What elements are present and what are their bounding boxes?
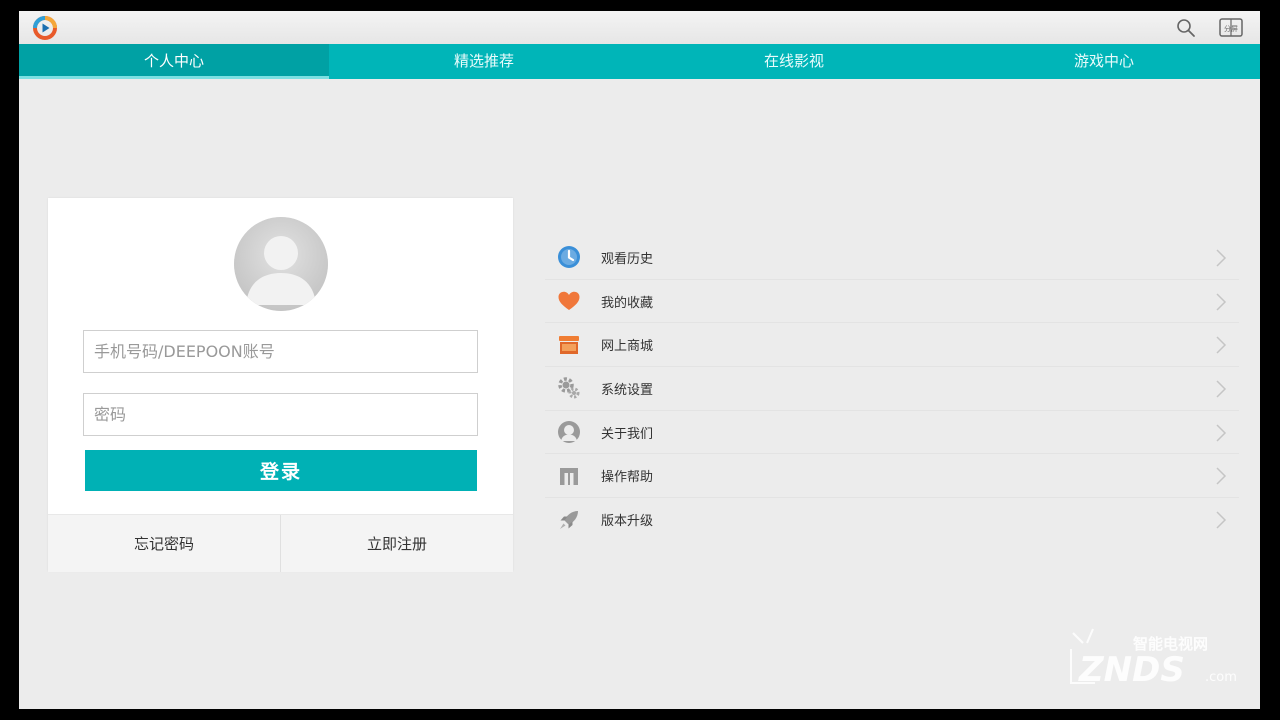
menu-label-about-us: 关于我们: [601, 426, 654, 442]
tab-online-video[interactable]: 在线影视: [639, 44, 949, 79]
login-button[interactable]: 登录: [85, 450, 477, 491]
rocket-icon: [560, 510, 578, 529]
menu-item-help[interactable]: 操作帮助: [545, 454, 1239, 499]
multi-screen-label: 分屏: [1224, 24, 1238, 33]
register-button[interactable]: 立即注册: [281, 515, 513, 572]
menu-item-online-shop[interactable]: 网上商城: [545, 323, 1239, 368]
menu-item-about-us[interactable]: 关于我们: [545, 411, 1239, 455]
menu-label-watch-history: 观看历史: [601, 251, 654, 267]
forgot-password-button[interactable]: 忘记密码: [48, 515, 281, 572]
tab-featured[interactable]: 精选推荐: [329, 44, 639, 79]
multi-screen-icon[interactable]: 分屏: [1219, 17, 1243, 39]
password-input[interactable]: [83, 393, 478, 436]
menu-label-version-upgrade: 版本升级: [601, 514, 654, 530]
menu-item-watch-history[interactable]: 观看历史: [545, 236, 1239, 280]
heart-icon: [558, 291, 580, 311]
help-icon: [560, 467, 578, 485]
chevron-right-icon: [1216, 249, 1227, 267]
chevron-right-icon: [1216, 293, 1227, 311]
watermark-brand: ZNDS: [1078, 650, 1185, 690]
search-icon[interactable]: [1175, 17, 1197, 39]
chevron-right-icon: [1216, 511, 1227, 529]
tab-personal-center[interactable]: 个人中心: [19, 44, 329, 79]
user-icon: [558, 421, 580, 444]
chevron-right-icon: [1216, 467, 1227, 485]
menu-item-system-settings[interactable]: 系统设置: [545, 367, 1239, 411]
app-logo-icon: [33, 16, 57, 40]
top-bar: 分屏: [19, 11, 1260, 44]
chevron-right-icon: [1216, 336, 1227, 354]
clock-icon: [558, 246, 580, 269]
main-tabs: 个人中心 精选推荐 在线影视 游戏中心: [19, 44, 1260, 79]
default-avatar-icon: [234, 217, 328, 311]
login-card: 登录 忘记密码 立即注册: [48, 198, 513, 572]
menu-item-version-upgrade[interactable]: 版本升级: [545, 498, 1239, 542]
menu-label-system-settings: 系统设置: [601, 382, 654, 398]
watermark-domain: .com: [1205, 670, 1237, 685]
menu-label-online-shop: 网上商城: [601, 339, 654, 355]
username-input[interactable]: [83, 330, 478, 373]
app-screen: 分屏 个人中心 精选推荐 在线影视 游戏中心 登录 忘记密码 立即注册: [19, 11, 1260, 709]
personal-menu: 观看历史 我的收藏 网上商城 系统设置 关于我们 操作帮助 版本升级: [545, 236, 1239, 542]
chevron-right-icon: [1216, 380, 1227, 398]
shop-icon: [559, 335, 579, 354]
login-card-footer: 忘记密码 立即注册: [48, 514, 513, 572]
menu-label-help: 操作帮助: [601, 470, 654, 486]
gear-icon: [558, 377, 580, 399]
menu-item-favorites[interactable]: 我的收藏: [545, 280, 1239, 324]
znds-watermark-logo: 智能电视网 ZNDS .com: [1070, 628, 1237, 690]
menu-label-favorites: 我的收藏: [601, 295, 654, 311]
tab-game-center[interactable]: 游戏中心: [949, 44, 1259, 79]
chevron-right-icon: [1216, 424, 1227, 442]
